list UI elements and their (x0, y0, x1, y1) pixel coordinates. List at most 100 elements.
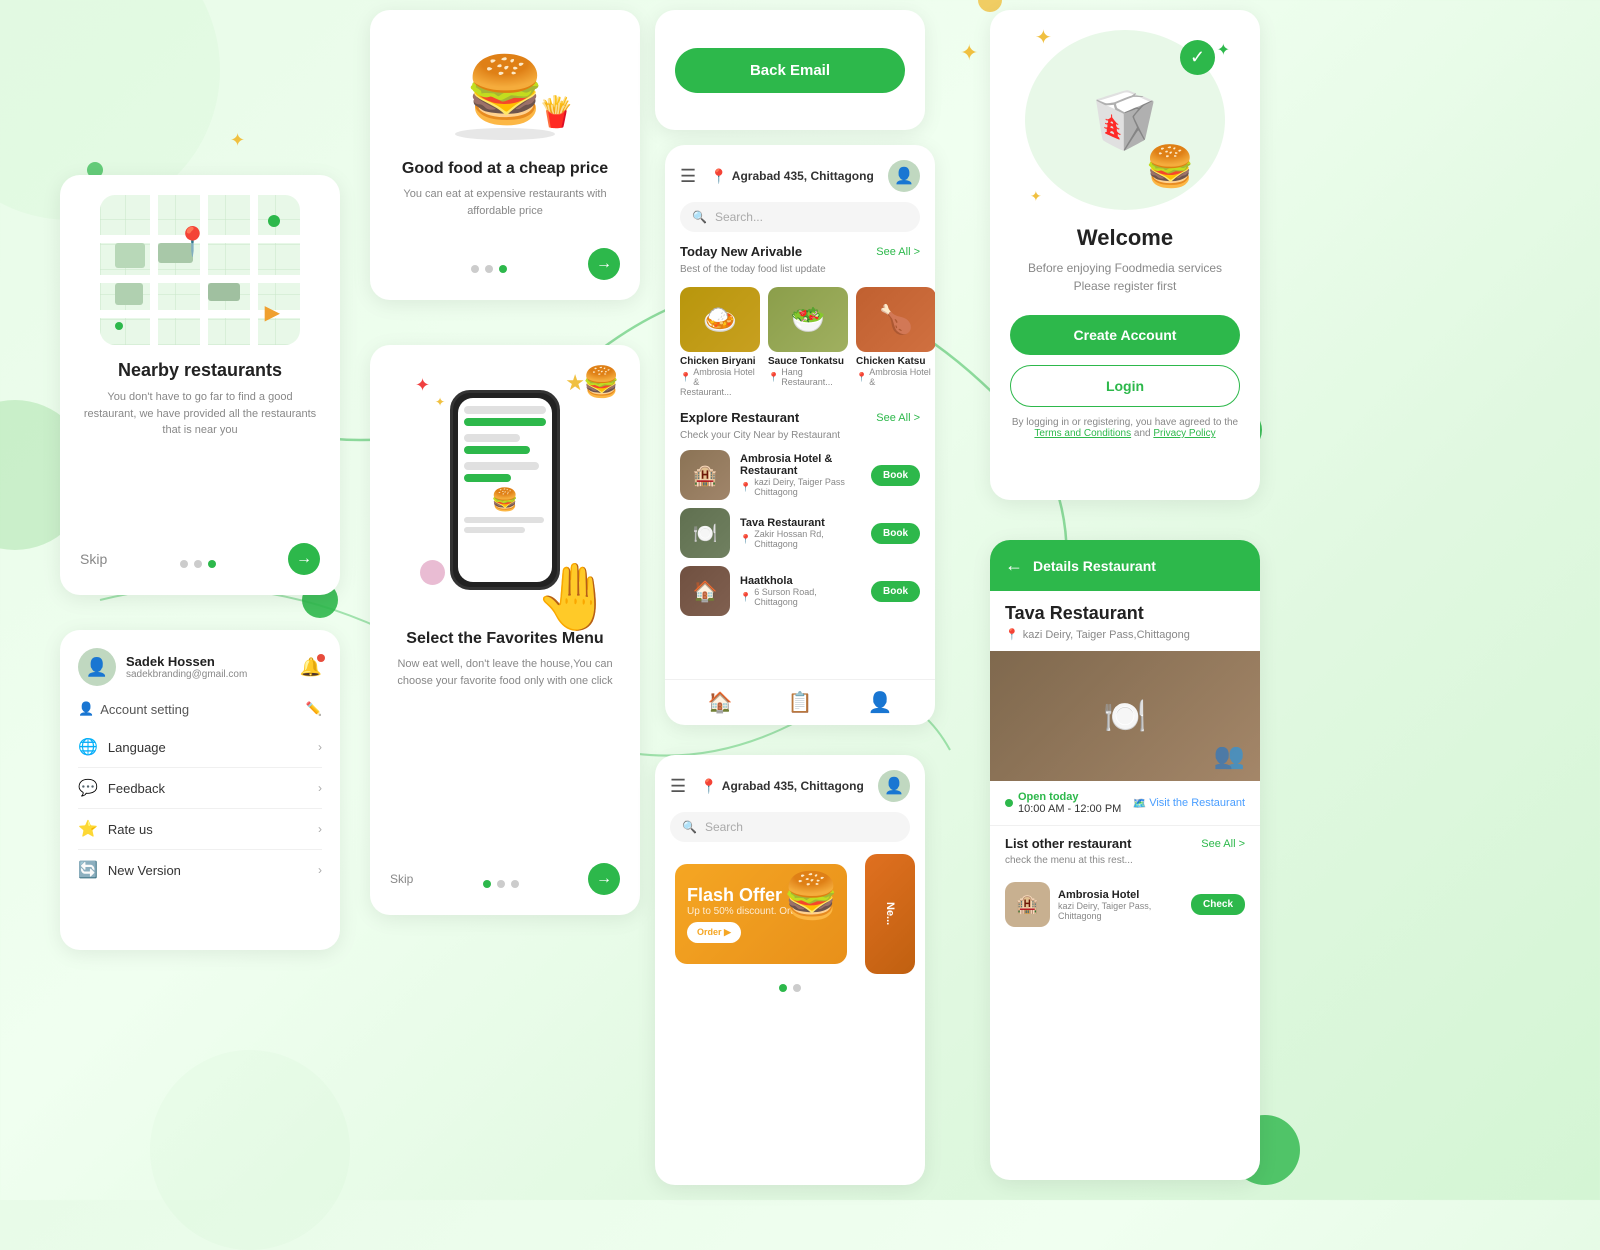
today-subtitle: Best of the today food list update (665, 264, 935, 275)
avatar: 👤 (78, 648, 116, 686)
star-deco-1: ✦ (960, 40, 978, 66)
rest-info-1: Ambrosia Hotel & Restaurant 📍 kazi Deiry… (740, 453, 861, 497)
nearby-title: Nearby restaurants (118, 360, 282, 381)
flash-user-avatar: 👤 (878, 770, 910, 802)
next-button[interactable]: → (288, 543, 320, 575)
onboarding-1-card: 🍔 🍟 Good food at a cheap price You can e… (370, 10, 640, 300)
onboard1-next[interactable]: → (588, 248, 620, 280)
addr-pin-3: 📍 (740, 592, 751, 603)
menu-feedback[interactable]: 💬 Feedback › (78, 768, 322, 809)
addr-pin-1: 📍 (740, 482, 751, 493)
rest-img-3: 🏠 (680, 566, 730, 616)
chevron-right-icon-2: › (318, 781, 322, 795)
skip-button[interactable]: Skip (80, 551, 107, 567)
explore-subtitle: Check your City Near by Restaurant (665, 430, 935, 441)
flash-app-header: ☰ 📍 Agrabad 435, Chittagong 👤 (655, 755, 925, 812)
food-img-1: 🍛 (680, 287, 760, 352)
language-icon: 🌐 (78, 737, 98, 757)
phone-hand-illustration: ✦ ✦ ★ 🍔 🤚 🍔 (405, 365, 605, 615)
flash-location-text: Agrabad 435, Chittagong (722, 779, 864, 793)
detail-pin-icon: 📍 (1005, 628, 1019, 641)
restaurant-list: 🏨 Ambrosia Hotel & Restaurant 📍 kazi Dei… (665, 445, 935, 679)
hand-icon: 🤚 (534, 559, 615, 635)
user-avatar: 👤 (888, 160, 920, 192)
profile-card: 👤 Sadek Hossen sadekbranding@gmail.com 🔔… (60, 630, 340, 950)
flash-offer-banner[interactable]: Flash Offer Up to 50% discount. Order no… (675, 864, 847, 964)
food-rest-2: 📍 Hang Restaurant... (768, 367, 848, 387)
list-other-subtitle: check the menu at this rest... (990, 855, 1260, 874)
onboard1-title: Good food at a cheap price (402, 160, 608, 178)
direction-arrow: ▶ (265, 300, 280, 325)
phone-screen: 🍔 (458, 398, 552, 582)
rest-addr-2: 📍 Zakir Hossan Rd, Chittagong (740, 529, 861, 549)
onboard2-desc: Now eat well, don't leave the house,You … (390, 656, 620, 689)
profile-email: sadekbranding@gmail.com (126, 669, 247, 680)
terms-text: By logging in or registering, you have a… (1010, 417, 1240, 439)
menu-language[interactable]: 🌐 Language › (78, 727, 322, 768)
other-rest-info-1: Ambrosia Hotel kazi Deiry, Taiger Pass, … (1058, 889, 1183, 921)
map-icon: 🗺️ (1133, 797, 1147, 810)
second-banner[interactable]: Ne... (865, 854, 915, 974)
onboard2-dot-3 (511, 880, 519, 888)
pin-icon-1: 📍 (680, 372, 691, 383)
terms-link[interactable]: Terms and Conditions (1034, 428, 1131, 439)
list-other-see-all[interactable]: See All > (1201, 838, 1245, 850)
food-item-3[interactable]: 🍗 Chicken Katsu 📍 Ambrosia Hotel & (856, 287, 935, 397)
search-icon: 🔍 (692, 210, 707, 224)
feedback-icon: 💬 (78, 778, 98, 798)
search-bar[interactable]: 🔍 Search... (680, 202, 920, 232)
notification-bell[interactable]: 🔔 (300, 657, 322, 678)
rest-name-3: Haatkhola (740, 575, 861, 587)
rest-item-3[interactable]: 🏠 Haatkhola 📍 6 Surson Road, Chittagong … (680, 566, 920, 616)
food-item-1[interactable]: 🍛 Chicken Biryani 📍 Ambrosia Hotel & Res… (680, 287, 760, 397)
rest-item-1[interactable]: 🏨 Ambrosia Hotel & Restaurant 📍 kazi Dei… (680, 450, 920, 500)
menu-rate[interactable]: ⭐ Rate us › (78, 809, 322, 850)
privacy-link[interactable]: Privacy Policy (1153, 428, 1215, 439)
home-nav-icon[interactable]: 🏠 (708, 690, 733, 715)
back-arrow-icon[interactable]: ← (1005, 555, 1023, 576)
create-account-button[interactable]: Create Account (1010, 315, 1240, 355)
rest-item-2[interactable]: 🍽️ Tava Restaurant 📍 Zakir Hossan Rd, Ch… (680, 508, 920, 558)
flash-search-bar[interactable]: 🔍 Search (670, 812, 910, 842)
food-item-2[interactable]: 🥗 Sauce Tonkatsu 📍 Hang Restaurant... (768, 287, 848, 397)
book-btn-3[interactable]: Book (871, 581, 920, 602)
orders-nav-icon[interactable]: 📋 (788, 690, 813, 715)
today-see-all[interactable]: See All > (876, 246, 920, 258)
login-button[interactable]: Login (1010, 365, 1240, 407)
dot-3 (208, 560, 216, 568)
rest-img-1: 🏨 (680, 450, 730, 500)
back-email-button[interactable]: Back Email (675, 48, 905, 93)
edit-icon[interactable]: ✏️ (306, 701, 322, 717)
account-setting-row[interactable]: 👤 Account setting ✏️ (78, 701, 322, 717)
terms-prefix: By logging in or registering, you have a… (1012, 417, 1238, 428)
explore-see-all[interactable]: See All > (876, 412, 920, 424)
visit-restaurant-link[interactable]: 🗺️ Visit the Restaurant (1133, 797, 1246, 810)
other-rest-item-1[interactable]: 🏨 Ambrosia Hotel kazi Deiry, Taiger Pass… (990, 874, 1260, 935)
rest-info-2: Tava Restaurant 📍 Zakir Hossan Rd, Chitt… (740, 517, 861, 549)
check-button-1[interactable]: Check (1191, 894, 1245, 915)
flash-pin-icon: 📍 (700, 778, 717, 795)
menu-icon[interactable]: ☰ (680, 166, 696, 187)
onboard2-skip[interactable]: Skip (390, 872, 413, 886)
chevron-right-icon: › (318, 740, 322, 754)
flash-order-button[interactable]: Order ▶ (687, 922, 741, 943)
onboard1-dot-1 (471, 265, 479, 273)
food-rest-3: 📍 Ambrosia Hotel & (856, 367, 935, 387)
book-btn-1[interactable]: Book (871, 465, 920, 486)
menu-version[interactable]: 🔄 New Version › (78, 850, 322, 890)
welcome-sub-line2: Please register first (1074, 279, 1177, 293)
onboard1-desc: You can eat at expensive restaurants wit… (390, 186, 620, 219)
profile-nav-icon[interactable]: 👤 (868, 690, 893, 715)
flash-dot-1 (779, 984, 787, 992)
hours-row: Open today 10:00 AM - 12:00 PM 🗺️ Visit … (990, 781, 1260, 826)
today-title: Today New Arivable (680, 244, 802, 259)
welcome-illustration: 🥡 🍔 ✓ ✦ ✦ ✦ (1025, 30, 1225, 210)
hours-text: 10:00 AM - 12:00 PM (1018, 803, 1121, 815)
book-btn-2[interactable]: Book (871, 523, 920, 544)
star-deco-3: ✦ (230, 130, 245, 151)
flash-menu-icon[interactable]: ☰ (670, 776, 686, 797)
welcome-card: 🥡 🍔 ✓ ✦ ✦ ✦ Welcome Before enjoying Food… (990, 10, 1260, 500)
onboarding-2-card: ✦ ✦ ★ 🍔 🤚 🍔 Select the Favorites Menu No… (370, 345, 640, 915)
pin-icon-2: 📍 (768, 372, 779, 383)
onboard2-next[interactable]: → (588, 863, 620, 895)
